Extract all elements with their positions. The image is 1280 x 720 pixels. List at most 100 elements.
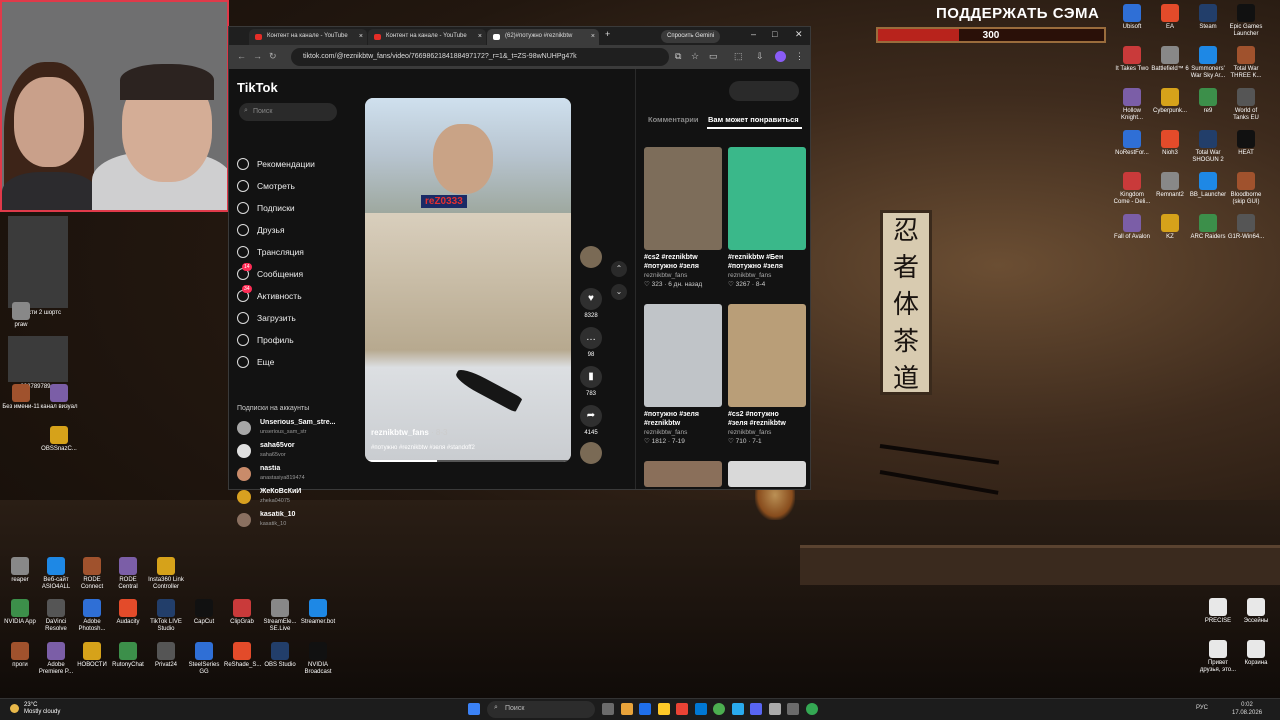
- video-thumbnail[interactable]: [728, 461, 806, 487]
- desktop-shortcut[interactable]: Cyberpunk...: [1151, 88, 1189, 115]
- like-button[interactable]: ♥ 8328: [577, 288, 605, 319]
- comment-button[interactable]: … 98: [577, 327, 605, 358]
- desktop-shortcut[interactable]: OBSSnazC...: [40, 426, 78, 453]
- desktop-shortcut[interactable]: EA: [1151, 4, 1189, 31]
- desktop-shortcut[interactable]: BB_Launcher: [1189, 172, 1227, 199]
- taskbar-app-icon[interactable]: [694, 703, 707, 715]
- desktop-shortcut[interactable]: Adobe Premiere P...: [38, 642, 74, 676]
- desktop-shortcut[interactable]: HEAT: [1227, 130, 1265, 157]
- video-card[interactable]: #cs2 #потужно #зеля #reznikbtw reznikbtw_f…: [728, 304, 806, 454]
- desktop-shortcut[interactable]: RutonyChat: [110, 642, 146, 669]
- start-icon[interactable]: [468, 703, 480, 715]
- desktop-shortcut[interactable]: Summoners' War Sky Ar...: [1189, 46, 1227, 80]
- taskbar-app-icon[interactable]: [639, 703, 651, 715]
- weather-widget[interactable]: 23°C Mostly cloudy: [10, 702, 60, 716]
- taskbar-app-icon[interactable]: [805, 703, 818, 715]
- desktop-shortcut[interactable]: TikTok LIVE Studio: [148, 599, 184, 633]
- clock[interactable]: 0:02 17.08.2026: [1232, 701, 1262, 717]
- desktop-shortcut[interactable]: DaVinci Resolve: [38, 599, 74, 633]
- taskbar-app-icon[interactable]: [620, 703, 633, 715]
- desktop-shortcut[interactable]: ReShade_S...: [224, 642, 261, 669]
- sidebar-item-more[interactable]: Еще: [237, 355, 274, 369]
- video-progress-bar[interactable]: [365, 460, 571, 462]
- sidebar-item-home[interactable]: Рекомендации: [237, 157, 315, 171]
- video-card[interactable]: #cs2 #reznikbtw #потужно #зеля reznikbtw_f…: [644, 147, 722, 297]
- desktop-shortcut[interactable]: It Takes Two: [1113, 46, 1151, 73]
- share-button[interactable]: ➦ 4145: [577, 405, 605, 436]
- video-thumbnail[interactable]: [644, 461, 722, 487]
- desktop-shortcut[interactable]: Streamer.bot: [300, 599, 336, 626]
- taskbar-app-icon[interactable]: [731, 703, 744, 715]
- tab-comments[interactable]: Комментарии: [648, 115, 699, 124]
- tab-recommended[interactable]: Вам может понравиться: [708, 115, 799, 124]
- desktop-shortcut[interactable]: re9: [1189, 88, 1227, 115]
- sidebar-item-activity[interactable]: 34 Активность: [237, 285, 302, 303]
- video-card[interactable]: #потужно #зеля #reznikbtw reznikbtw_fans ♡ …: [644, 304, 722, 454]
- video-tags[interactable]: #потужно #reznikbtw #зеля #standoff2: [371, 445, 475, 451]
- desktop-shortcut[interactable]: Privat24: [148, 642, 184, 669]
- video-author[interactable]: reznikbtw_fans · 8-3: [371, 428, 447, 437]
- desktop-shortcut[interactable]: Battlefield™ 6: [1151, 46, 1189, 73]
- sidebar-item-messages[interactable]: 14 Сообщения: [237, 263, 303, 281]
- taskbar-app-icon[interactable]: [657, 703, 670, 715]
- followed-account[interactable]: saha65vor saha65vor: [237, 441, 345, 463]
- desktop-shortcut[interactable]: НОВОСТИ: [74, 642, 110, 669]
- desktop-shortcut[interactable]: Fall of Avalon: [1113, 214, 1151, 241]
- desktop-shortcut[interactable]: 898789789...: [2, 336, 74, 391]
- desktop-shortcut[interactable]: NVIDIA Broadcast: [300, 642, 336, 676]
- desktop-shortcut[interactable]: Kingdom Come - Deli...: [1113, 172, 1151, 206]
- desktop-shortcut[interactable]: OBS Studio: [262, 642, 298, 669]
- taskbar-app-icon[interactable]: [787, 703, 799, 715]
- sidebar-item-upload[interactable]: Загрузить: [237, 311, 296, 325]
- prev-video-icon[interactable]: ⌃: [611, 261, 627, 277]
- followed-account[interactable]: kasatik_10 kasatik_10: [237, 510, 345, 532]
- desktop-shortcut[interactable]: Insta360 Link Controller: [148, 557, 184, 591]
- desktop-shortcut[interactable]: Remnant2: [1151, 172, 1189, 199]
- desktop-shortcut[interactable]: проги: [2, 642, 38, 669]
- desktop-shortcut[interactable]: SteelSeries GG: [186, 642, 222, 676]
- desktop-shortcut[interactable]: Эссейны: [1236, 598, 1276, 625]
- desktop-shortcut[interactable]: World of Tanks EU: [1227, 88, 1265, 122]
- desktop-shortcut[interactable]: Hollow Knight...: [1113, 88, 1151, 122]
- video-card[interactable]: #reznikbtw #Бен #потужно #зеля reznikbtw_f…: [728, 147, 806, 297]
- desktop-shortcut[interactable]: Epic Games Launcher: [1227, 4, 1265, 38]
- desktop-shortcut[interactable]: StreamEle... SE.Live: [262, 599, 298, 633]
- tiktok-logo[interactable]: TikTok: [237, 80, 278, 95]
- followed-account[interactable]: ЖеКоВсКиЙ zheka04075: [237, 487, 345, 509]
- music-avatar[interactable]: [577, 442, 605, 467]
- taskbar-app-icon[interactable]: [713, 703, 725, 715]
- taskbar-app-icon[interactable]: [602, 703, 614, 715]
- followed-account[interactable]: nastia anastasiya819474: [237, 464, 345, 486]
- taskbar-search[interactable]: ⌕ Поиск: [487, 701, 595, 718]
- desktop-shortcut[interactable]: reaper: [2, 557, 38, 584]
- next-video-icon[interactable]: ⌄: [611, 284, 627, 300]
- sidebar-item-friends[interactable]: Друзья: [237, 223, 285, 237]
- sidebar-item-compass[interactable]: Смотреть: [237, 179, 295, 193]
- video-player[interactable]: reZ0333 reznikbtw_fans · 8-3 #потужно #r…: [365, 98, 571, 462]
- desktop-shortcut[interactable]: NoRestFor...: [1113, 130, 1151, 157]
- taskbar-app-icon[interactable]: [768, 703, 781, 715]
- sidebar-item-live[interactable]: Трансляция: [237, 245, 304, 259]
- desktop-shortcut[interactable]: Adobe Photosh...: [74, 599, 110, 633]
- desktop-shortcut[interactable]: RODE Connect: [74, 557, 110, 591]
- desktop-shortcut[interactable]: Bloodborne (skip GUI): [1227, 172, 1265, 206]
- desktop-shortcut[interactable]: Audacity: [110, 599, 146, 626]
- desktop-shortcut[interactable]: Веб-сайт ASIO4ALL: [38, 557, 74, 591]
- desktop-shortcut[interactable]: Total War SHOGUN 2: [1189, 130, 1227, 164]
- desktop-shortcut[interactable]: Ubisoft: [1113, 4, 1151, 31]
- desktop-shortcut[interactable]: NVIDIA App: [2, 599, 38, 626]
- language-indicator[interactable]: РУС: [1196, 705, 1208, 711]
- desktop-shortcut[interactable]: Total War THREE K...: [1227, 46, 1265, 80]
- desktop-shortcut[interactable]: PRECISE: [1198, 598, 1238, 625]
- bookmark-button[interactable]: ▮ 783: [577, 366, 605, 397]
- desktop-shortcut[interactable]: Без имени-11: [2, 384, 40, 411]
- desktop-shortcut[interactable]: praw: [2, 302, 40, 329]
- desktop-shortcut[interactable]: ClipGrab: [224, 599, 260, 626]
- desktop-shortcut[interactable]: ARC Raiders: [1189, 214, 1227, 241]
- desktop-shortcut[interactable]: канал визуал: [40, 384, 78, 411]
- desktop-shortcut[interactable]: G1R-Win64...: [1227, 214, 1265, 241]
- desktop-shortcut[interactable]: Привет друзья, это...: [1198, 640, 1238, 674]
- desktop-shortcut[interactable]: Steam: [1189, 4, 1227, 31]
- creator-avatar[interactable]: [577, 246, 605, 271]
- desktop-shortcut[interactable]: Корзина: [1236, 640, 1276, 667]
